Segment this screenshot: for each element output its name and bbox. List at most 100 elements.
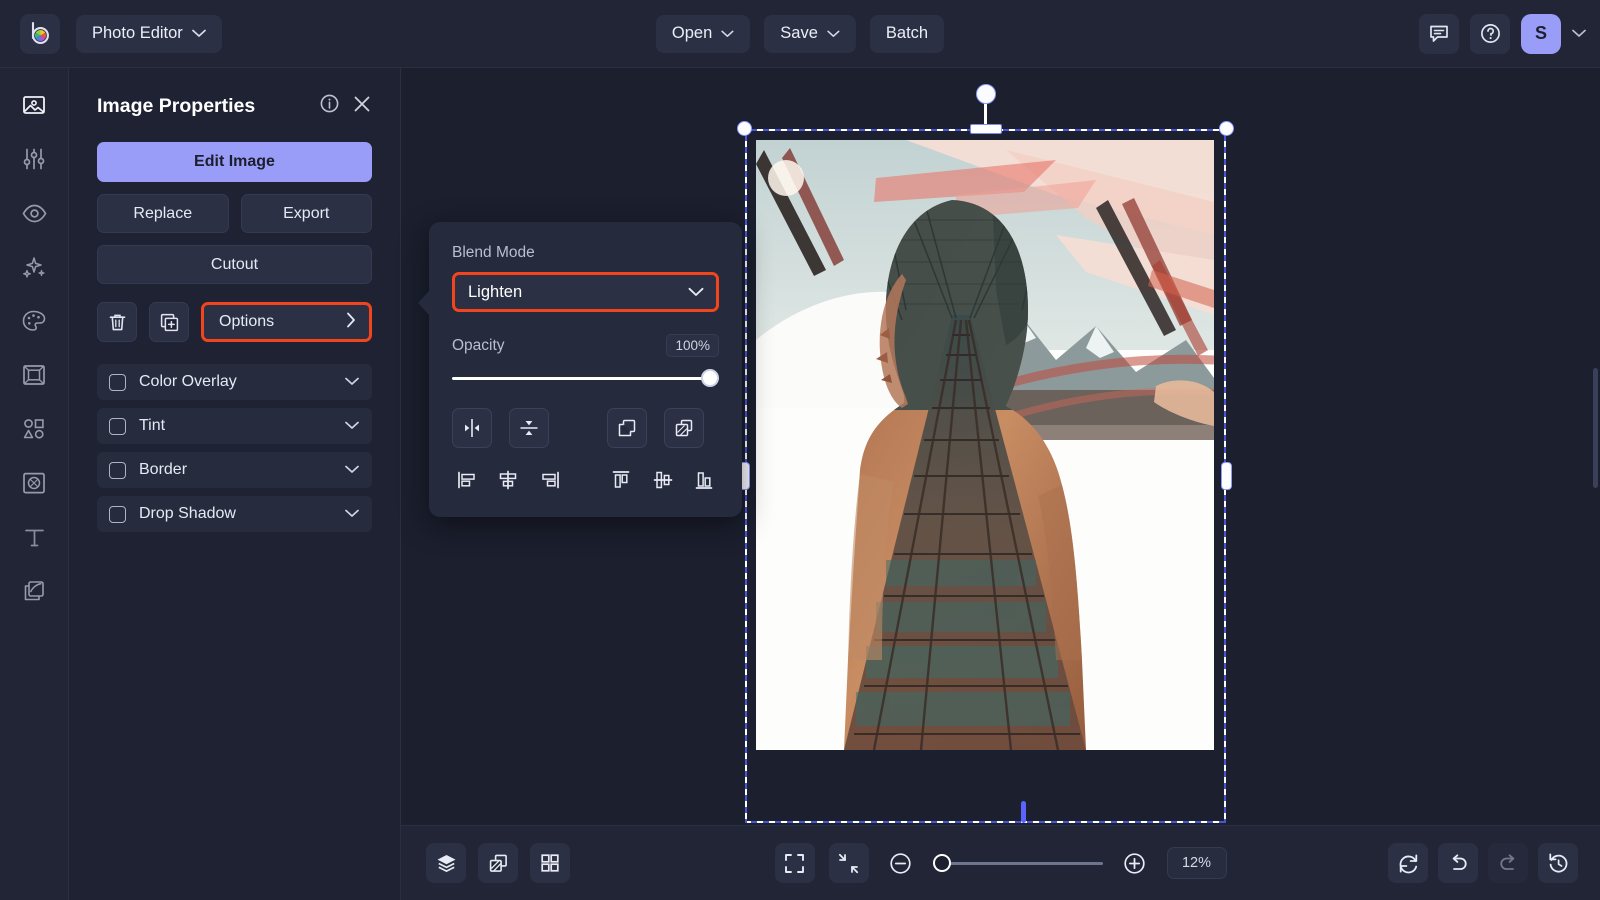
opacity-value[interactable]: 100% [666, 334, 719, 357]
rail-item-text[interactable] [13, 520, 55, 554]
flip-vertical-icon[interactable] [509, 408, 549, 448]
replace-button[interactable]: Replace [97, 194, 229, 233]
rail-item-layers[interactable] [13, 574, 55, 608]
page-title: Image Properties [97, 95, 307, 118]
app-root: Photo Editor Open Save Batch [0, 0, 1600, 900]
color-overlay-checkbox[interactable] [109, 374, 126, 391]
rail-item-image[interactable] [13, 88, 55, 122]
history-controls [1388, 843, 1578, 883]
accordion-item-color-overlay[interactable]: Color Overlay [97, 364, 372, 400]
tool-rail [0, 68, 69, 900]
resize-handle-top-right[interactable] [1219, 121, 1234, 136]
align-left-icon[interactable] [452, 460, 481, 500]
info-circle-icon[interactable] [319, 93, 340, 119]
close-icon[interactable] [352, 94, 372, 119]
overlay-icon[interactable] [478, 843, 518, 883]
brand-b-colorwheel-logo-icon[interactable] [20, 14, 60, 54]
rail-item-adjust[interactable] [13, 142, 55, 176]
open-label: Open [672, 24, 712, 43]
accordion-item-tint[interactable]: Tint [97, 408, 372, 444]
undo-icon[interactable] [1438, 843, 1478, 883]
app-switcher-label: Photo Editor [92, 24, 183, 43]
canvas-artwork[interactable] [756, 140, 1214, 750]
open-button[interactable]: Open [656, 15, 750, 53]
avatar[interactable]: S [1521, 14, 1561, 54]
layers-icon[interactable] [426, 843, 466, 883]
accordion-item-drop-shadow[interactable]: Drop Shadow [97, 496, 372, 532]
flip-horizontal-icon[interactable] [452, 408, 492, 448]
redo-icon[interactable] [1488, 843, 1528, 883]
zoom-slider-knob[interactable] [933, 854, 951, 872]
reset-icon[interactable] [1388, 843, 1428, 883]
accordion-label: Tint [139, 417, 345, 435]
save-button[interactable]: Save [764, 15, 856, 53]
align-middle-vertical-icon[interactable] [648, 460, 677, 500]
border-checkbox[interactable] [109, 462, 126, 479]
transform-tools-row-2 [452, 460, 719, 500]
chevron-down-icon [345, 417, 359, 435]
trash-icon[interactable] [97, 302, 137, 342]
align-right-icon[interactable] [535, 460, 564, 500]
grid-icon[interactable] [530, 843, 570, 883]
fit-screen-icon[interactable] [775, 843, 815, 883]
align-bottom-icon[interactable] [690, 460, 719, 500]
accordion-label: Border [139, 461, 345, 479]
bring-forward-icon[interactable] [607, 408, 647, 448]
account-actions-group: S [1419, 14, 1586, 54]
chevron-down-icon [345, 505, 359, 523]
zoom-controls: 12% [775, 843, 1227, 883]
chevron-down-icon [721, 24, 734, 43]
rail-item-frame[interactable] [13, 358, 55, 392]
tint-checkbox[interactable] [109, 418, 126, 435]
bottom-bar: 12% [401, 825, 1600, 900]
duplicate-icon[interactable] [149, 302, 189, 342]
align-top-icon[interactable] [607, 460, 636, 500]
resize-handle-top[interactable] [970, 124, 1002, 134]
collapse-arrows-icon[interactable] [829, 843, 869, 883]
canvas-scrollbar-vertical[interactable] [1593, 368, 1598, 488]
accordion-label: Drop Shadow [139, 505, 345, 523]
rail-item-effects[interactable] [13, 250, 55, 284]
comment-icon[interactable] [1419, 14, 1459, 54]
question-circle-icon[interactable] [1470, 14, 1510, 54]
chevron-down-icon [345, 461, 359, 479]
history-icon[interactable] [1538, 843, 1578, 883]
rail-item-shapes[interactable] [13, 412, 55, 446]
plus-circle-icon[interactable] [1117, 845, 1153, 881]
selection-edge-bottom [745, 821, 1226, 823]
chevron-down-icon [827, 24, 840, 43]
rail-item-mask[interactable] [13, 466, 55, 500]
options-label: Options [219, 313, 346, 331]
export-button[interactable]: Export [241, 194, 373, 233]
resize-handle-right[interactable] [1221, 462, 1232, 490]
opacity-slider-knob[interactable] [701, 369, 719, 387]
drop-shadow-checkbox[interactable] [109, 506, 126, 523]
rotate-handle-icon[interactable] [976, 84, 996, 104]
blend-mode-select[interactable]: Lighten [452, 272, 719, 312]
rail-item-retouch[interactable] [13, 196, 55, 230]
send-backward-icon[interactable] [664, 408, 704, 448]
zoom-slider[interactable] [933, 854, 1103, 872]
chevron-down-icon [688, 283, 704, 302]
chevron-down-icon[interactable] [1572, 25, 1586, 43]
selection-frame[interactable] [745, 129, 1226, 823]
accordion-item-border[interactable]: Border [97, 452, 372, 488]
zoom-level-input[interactable]: 12% [1167, 847, 1227, 879]
options-button[interactable]: Options [201, 302, 372, 342]
batch-button[interactable]: Batch [870, 15, 944, 53]
minus-circle-icon[interactable] [883, 845, 919, 881]
app-switcher[interactable]: Photo Editor [76, 15, 222, 53]
resize-handle-top-left[interactable] [737, 121, 752, 136]
cutout-button[interactable]: Cutout [97, 245, 372, 284]
edit-image-label: Edit Image [194, 153, 275, 171]
opacity-slider[interactable] [452, 368, 719, 388]
blend-options-popover: Blend Mode Lighten Opacity 100% [429, 222, 742, 517]
avatar-initial: S [1535, 23, 1547, 44]
edit-image-button[interactable]: Edit Image [97, 142, 372, 182]
chevron-right-icon [346, 312, 356, 333]
opacity-slider-track [452, 377, 719, 380]
file-actions-group: Open Save Batch [656, 15, 944, 53]
canvas-scrollbar-horizontal[interactable] [1021, 801, 1026, 823]
align-center-horizontal-icon[interactable] [494, 460, 523, 500]
rail-item-paint[interactable] [13, 304, 55, 338]
